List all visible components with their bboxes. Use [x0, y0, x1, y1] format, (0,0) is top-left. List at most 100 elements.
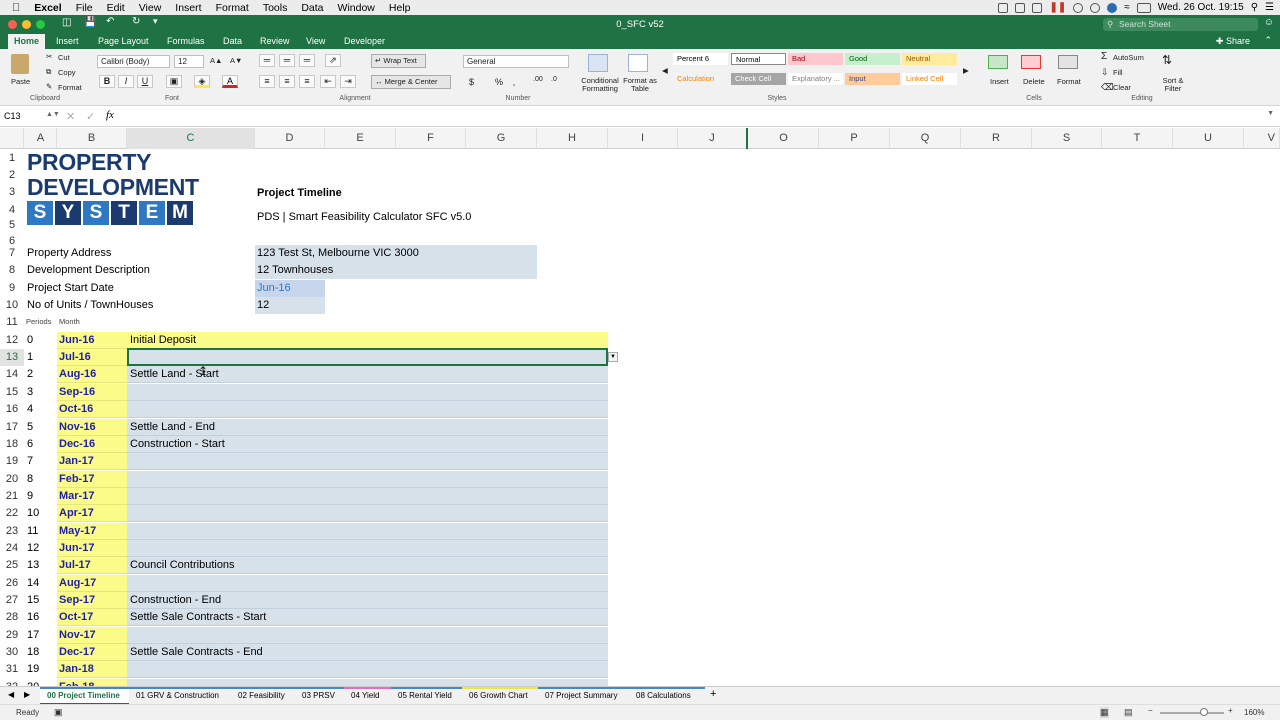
- tab-view[interactable]: View: [300, 34, 331, 49]
- sort-filter-button[interactable]: Sort & Filter: [1158, 77, 1188, 93]
- percent-icon[interactable]: %: [495, 77, 503, 87]
- row-header[interactable]: 26: [0, 574, 24, 592]
- info-value[interactable]: 123 Test St, Melbourne VIC 3000: [255, 245, 537, 262]
- column-header-j[interactable]: J: [678, 128, 748, 149]
- clock-text[interactable]: Wed. 26 Oct. 19:15: [1158, 2, 1244, 13]
- cell-style-option[interactable]: Bad: [788, 53, 843, 65]
- decrease-font-icon[interactable]: A▼: [230, 56, 242, 65]
- comma-style-icon[interactable]: ‚: [513, 77, 515, 87]
- cell-style-option[interactable]: Neutral: [902, 53, 957, 65]
- zoom-slider-thumb[interactable]: [1200, 708, 1208, 716]
- row-header[interactable]: 19: [0, 453, 24, 471]
- row-header[interactable]: 12: [0, 331, 24, 349]
- tray-icon[interactable]: [998, 2, 1009, 13]
- month-cell[interactable]: Feb-17: [57, 471, 94, 488]
- copy-icon[interactable]: ⧉: [46, 67, 51, 77]
- period-cell[interactable]: 18: [25, 644, 39, 661]
- currency-icon[interactable]: $: [469, 77, 474, 87]
- row-header[interactable]: 3: [0, 185, 24, 199]
- row-header[interactable]: 11: [0, 314, 24, 332]
- sheet-tab[interactable]: 06 Growth Chart: [462, 687, 538, 705]
- decrease-indent-icon[interactable]: ⇤: [320, 75, 336, 88]
- autosum-button[interactable]: AutoSum: [1113, 53, 1144, 62]
- menu-window[interactable]: Window: [338, 2, 375, 14]
- column-header-c[interactable]: C: [127, 128, 255, 149]
- row-header[interactable]: 25: [0, 557, 24, 575]
- sheet-tab[interactable]: 03 PRSV: [295, 687, 344, 705]
- period-cell[interactable]: 2: [25, 366, 33, 383]
- increase-decimal-icon[interactable]: .00: [533, 76, 543, 83]
- macro-record-icon[interactable]: ▣: [54, 707, 63, 718]
- column-header-s[interactable]: S: [1032, 128, 1102, 149]
- month-cell[interactable]: Nov-16: [57, 419, 96, 436]
- cell-style-option[interactable]: Calculation: [673, 73, 728, 85]
- period-cell[interactable]: 9: [25, 488, 33, 505]
- menu-tools[interactable]: Tools: [263, 2, 288, 14]
- normal-view-icon[interactable]: ▦: [1100, 707, 1109, 718]
- row-header[interactable]: 31: [0, 661, 24, 679]
- month-cell[interactable]: Aug-17: [57, 575, 96, 592]
- italic-button[interactable]: I: [118, 75, 134, 88]
- sheet-tab[interactable]: 02 Feasibility: [231, 687, 295, 705]
- tab-formulas[interactable]: Formulas: [161, 34, 211, 49]
- align-middle-icon[interactable]: ═: [279, 54, 295, 67]
- row-header[interactable]: 21: [0, 487, 24, 505]
- copy-button[interactable]: Copy: [58, 68, 76, 77]
- column-header-u[interactable]: U: [1173, 128, 1244, 149]
- name-box-dropdown-icon[interactable]: ▲▼: [46, 111, 60, 118]
- row-header[interactable]: 7: [0, 245, 24, 262]
- search-icon[interactable]: ⚲: [1251, 2, 1258, 13]
- cell-style-option[interactable]: Input: [845, 73, 900, 85]
- fill-color-icon[interactable]: ◈: [194, 75, 210, 88]
- period-cell[interactable]: 20: [25, 679, 39, 686]
- period-cell[interactable]: 13: [25, 557, 39, 574]
- cut-button[interactable]: Cut: [58, 53, 70, 62]
- sheet-tab[interactable]: 05 Rental Yield: [391, 687, 462, 705]
- month-cell[interactable]: Nov-17: [57, 627, 96, 644]
- menu-help[interactable]: Help: [389, 2, 411, 14]
- worksheet-grid[interactable]: 1 2 3 4 5 6 7 8 9 10 11 12 13 14 15 16 17 18 19 20 21 22 23 24 2…: [0, 149, 1280, 686]
- prev-sheet-icon[interactable]: ◀: [8, 690, 14, 699]
- fill-button[interactable]: Fill: [1113, 68, 1123, 77]
- info-value[interactable]: 12 Townhouses: [255, 262, 537, 280]
- column-header-a[interactable]: A: [25, 128, 57, 149]
- paste-button[interactable]: Paste: [11, 77, 30, 86]
- row-header[interactable]: 14: [0, 366, 24, 384]
- next-sheet-icon[interactable]: ▶: [24, 690, 30, 699]
- event-cell[interactable]: Council Contributions: [128, 557, 235, 574]
- row-header[interactable]: 24: [0, 539, 24, 557]
- period-cell[interactable]: 14: [25, 575, 39, 592]
- row-header[interactable]: 1: [0, 151, 24, 165]
- sheet-tab[interactable]: 00 Project Timeline: [40, 687, 129, 705]
- cell-style-option[interactable]: Percent 6: [673, 53, 728, 65]
- confirm-formula-icon[interactable]: ✓: [86, 110, 95, 123]
- select-all-corner[interactable]: [0, 128, 24, 149]
- month-cell[interactable]: Sep-16: [57, 384, 95, 401]
- zoom-slider[interactable]: [1160, 708, 1224, 716]
- cut-icon[interactable]: ✂: [46, 52, 52, 61]
- page-layout-view-icon[interactable]: ▤: [1124, 707, 1133, 718]
- format-as-table-button[interactable]: Format as Table: [622, 77, 658, 93]
- column-header-r[interactable]: R: [961, 128, 1032, 149]
- column-header-p[interactable]: P: [819, 128, 890, 149]
- apple-icon[interactable]: : [12, 2, 20, 14]
- period-cell[interactable]: 0: [25, 332, 33, 349]
- cell-style-option[interactable]: Good: [845, 53, 900, 65]
- month-cell[interactable]: Oct-16: [57, 401, 93, 418]
- row-header[interactable]: 27: [0, 592, 24, 609]
- autosum-icon[interactable]: Σ: [1101, 51, 1107, 62]
- bold-button[interactable]: B: [99, 75, 115, 88]
- menu-file[interactable]: File: [76, 2, 93, 14]
- event-cell[interactable]: Settle Sale Contracts - Start: [128, 609, 266, 626]
- month-cell[interactable]: Jan-17: [57, 453, 94, 470]
- tab-review[interactable]: Review: [254, 34, 296, 49]
- cell-style-option[interactable]: Check Cell: [731, 73, 786, 85]
- month-cell[interactable]: Apr-17: [57, 505, 94, 522]
- sheet-tab[interactable]: 08 Calculations: [629, 687, 705, 705]
- period-cell[interactable]: 19: [25, 661, 39, 678]
- column-header-o[interactable]: O: [749, 128, 819, 149]
- delete-cells-icon[interactable]: [1021, 55, 1041, 69]
- month-cell[interactable]: Feb-18: [57, 679, 94, 686]
- event-cell[interactable]: Construction - Start: [128, 436, 225, 453]
- month-cell[interactable]: Jun-16: [57, 332, 94, 349]
